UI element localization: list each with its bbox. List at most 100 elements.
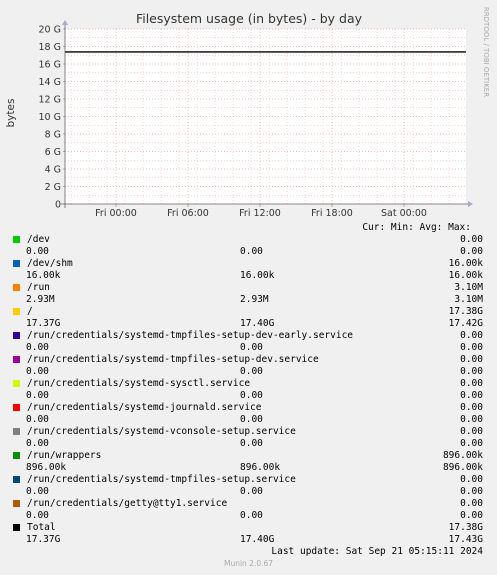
legend-series-max-header: 896.00k bbox=[442, 450, 483, 461]
legend-series-max-header: 0.00 bbox=[460, 498, 483, 509]
legend-series-max: 0.00 bbox=[460, 510, 483, 521]
y-tick-label: 10 G bbox=[39, 112, 61, 123]
footer: Munin 2.0.67 bbox=[223, 559, 274, 568]
y-tick-label: 2 G bbox=[45, 182, 61, 193]
y-tick-label: 6 G bbox=[45, 147, 61, 158]
y-tick-label: 4 G bbox=[45, 165, 61, 176]
legend-series-min: 0.00 bbox=[240, 486, 263, 497]
legend-series-min: 16.00k bbox=[240, 270, 275, 281]
legend-series-min: 0.00 bbox=[240, 510, 263, 521]
y-tick-label: 0 bbox=[55, 200, 61, 211]
legend-swatch bbox=[13, 332, 20, 339]
legend-series-min: 0.00 bbox=[240, 390, 263, 401]
legend-swatch bbox=[13, 380, 20, 387]
y-tick-label: 8 G bbox=[45, 130, 61, 141]
legend-series-name: /run/credentials/systemd-sysctl.service bbox=[27, 378, 251, 389]
legend-series-name: /run/credentials/systemd-vconsole-setup.… bbox=[27, 426, 296, 437]
legend-series-max-header: 0.00 bbox=[460, 330, 483, 341]
legend-series-min: 0.00 bbox=[240, 438, 263, 449]
legend-series-min: 0.00 bbox=[240, 246, 263, 257]
legend-swatch bbox=[13, 476, 20, 483]
y-tick-label: 20 G bbox=[39, 25, 61, 36]
legend-series-max-header: 16.00k bbox=[448, 258, 483, 269]
legend-series-max-header: 0.00 bbox=[460, 426, 483, 437]
legend-series-cur: 0.00 bbox=[26, 390, 49, 401]
legend-series-cur: 0.00 bbox=[26, 246, 49, 257]
legend-series-max-header: 0.00 bbox=[460, 402, 483, 413]
legend-series-cur: 0.00 bbox=[26, 486, 49, 497]
legend-series-max: 0.00 bbox=[460, 414, 483, 425]
legend-header: Cur: Min: Avg: Max: bbox=[362, 222, 471, 233]
y-tick-label: 16 G bbox=[39, 60, 61, 71]
legend-series-name: /run/credentials/getty@tty1.service bbox=[27, 498, 228, 509]
legend-series-min: 896.00k bbox=[240, 462, 281, 473]
legend-swatch bbox=[13, 500, 20, 507]
x-tick-label: Fri 00:00 bbox=[95, 208, 137, 219]
legend-series-name: /run/credentials/systemd-tmpfiles-setup.… bbox=[27, 474, 296, 485]
legend-series-max: 17.43G bbox=[448, 534, 483, 545]
legend-swatch bbox=[13, 404, 20, 411]
legend-series-max-header: 3.10M bbox=[454, 282, 483, 293]
last-update: Last update: Sat Sep 21 05:15:11 2024 bbox=[271, 546, 483, 557]
legend-series-max: 0.00 bbox=[460, 342, 483, 353]
legend-series-name: /run/wrappers bbox=[27, 450, 102, 461]
legend-series-cur: 16.00k bbox=[26, 270, 61, 281]
legend-swatch bbox=[13, 236, 20, 243]
legend-series-name: Total bbox=[27, 522, 56, 533]
legend-swatch bbox=[13, 260, 20, 267]
x-tick-label: Fri 12:00 bbox=[239, 208, 281, 219]
legend-series-max-header: 0.00 bbox=[460, 354, 483, 365]
chart-title: Filesystem usage (in bytes) - by day bbox=[136, 11, 363, 26]
legend-series-max-header: 0.00 bbox=[460, 234, 483, 245]
legend-swatch bbox=[13, 428, 20, 435]
y-axis-arrow bbox=[62, 20, 68, 25]
legend-series-name: /run/credentials/systemd-tmpfiles-setup-… bbox=[27, 354, 319, 365]
legend-series-name: /run/credentials/systemd-tmpfiles-setup-… bbox=[27, 330, 354, 341]
legend-series-cur: 0.00 bbox=[26, 342, 49, 353]
x-tick-label: Sat 00:00 bbox=[381, 208, 427, 219]
legend-series-max-header: 0.00 bbox=[460, 474, 483, 485]
legend-series-name: /dev/shm bbox=[27, 258, 73, 269]
y-tick-label: 14 G bbox=[39, 77, 61, 88]
legend-series-max: 3.10M bbox=[454, 294, 483, 305]
legend-series-name: / bbox=[27, 306, 33, 317]
legend-series-value: 17.38G bbox=[448, 306, 483, 317]
legend-series-cur: 0.00 bbox=[26, 510, 49, 521]
legend-series-max: 16.00k bbox=[448, 270, 483, 281]
legend-series-cur: 0.00 bbox=[26, 366, 49, 377]
legend-series-max: 0.00 bbox=[460, 366, 483, 377]
legend-series-name: /run bbox=[27, 282, 50, 293]
legend-series-max: 896.00k bbox=[442, 462, 483, 473]
x-tick-label: Fri 18:00 bbox=[311, 208, 353, 219]
legend-series-max: 0.00 bbox=[460, 246, 483, 257]
legend-swatch bbox=[13, 308, 20, 315]
legend-series-max: 17.42G bbox=[448, 318, 483, 329]
legend-series-cur: 0.00 bbox=[26, 414, 49, 425]
legend-series-max: 0.00 bbox=[460, 390, 483, 401]
x-axis-arrow bbox=[468, 201, 473, 207]
legend-series-cur: 0.00 bbox=[26, 438, 49, 449]
legend-series-cur: 17.37G bbox=[26, 318, 61, 329]
legend-swatch bbox=[13, 284, 20, 291]
legend-swatch bbox=[13, 524, 20, 531]
legend-series-min: 17.40G bbox=[240, 318, 275, 329]
legend-swatch bbox=[13, 452, 20, 459]
x-tick-label: Fri 06:00 bbox=[167, 208, 209, 219]
side-label: RRDTOOL / TOBI OETIKER bbox=[482, 7, 490, 97]
legend-series-min: 0.00 bbox=[240, 366, 263, 377]
legend-series-max: 0.00 bbox=[460, 438, 483, 449]
legend-series-value: 17.38G bbox=[448, 522, 483, 533]
legend-series-name: /run/credentials/systemd-journald.servic… bbox=[27, 402, 262, 413]
legend-series-cur: 2.93M bbox=[26, 294, 55, 305]
legend-series-max: 0.00 bbox=[460, 486, 483, 497]
legend-series-min: 2.93M bbox=[240, 294, 269, 305]
legend-series-cur: 17.37G bbox=[26, 534, 61, 545]
legend-series-min: 0.00 bbox=[240, 414, 263, 425]
legend-series-name: /dev bbox=[27, 234, 50, 245]
legend-series-cur: 896.00k bbox=[26, 462, 67, 473]
y-tick-label: 18 G bbox=[39, 42, 61, 53]
legend-series-min: 0.00 bbox=[240, 342, 263, 353]
legend-swatch bbox=[13, 356, 20, 363]
y-tick-label: 12 G bbox=[39, 95, 61, 106]
legend-series-min: 17.40G bbox=[240, 534, 275, 545]
